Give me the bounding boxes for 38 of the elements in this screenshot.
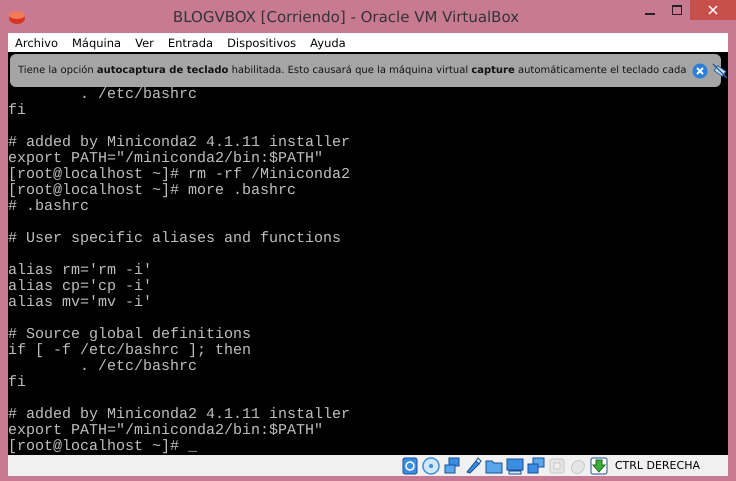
terminal-line: # .bashrc bbox=[8, 199, 90, 215]
terminal-line: # added by Miniconda2 4.1.11 installer bbox=[8, 407, 352, 423]
pen-icon[interactable] bbox=[464, 456, 482, 474]
terminal-line: export PATH="/miniconda2/bin:$PATH" bbox=[8, 423, 324, 439]
menu-item[interactable]: Ver bbox=[128, 36, 161, 50]
terminal-line: # Source global definitions bbox=[8, 327, 252, 343]
terminal-line: fi bbox=[8, 103, 28, 119]
terminal-line: if [ -f /etc/bashrc ]; then bbox=[8, 343, 252, 359]
terminal-line: [root@localhost ~]# more .bashrc bbox=[8, 183, 298, 199]
window-title: BLOGVBOX [Corriendo] - Oracle VM VirtualBox bbox=[172, 8, 520, 26]
arrow-down-icon[interactable] bbox=[590, 456, 608, 474]
terminal-line: alias rm='rm -i' bbox=[8, 263, 154, 279]
menu-item[interactable]: Ayuda bbox=[303, 36, 353, 50]
windows-icon[interactable] bbox=[526, 456, 545, 474]
terminal-line: export PATH="/miniconda2/bin:$PATH" bbox=[8, 151, 324, 167]
terminal-line: . /etc/bashrc bbox=[79, 87, 198, 103]
terminal-line: alias mv='mv -i' bbox=[8, 295, 154, 311]
monitor-icon[interactable] bbox=[506, 456, 524, 474]
close-button[interactable] bbox=[690, 0, 736, 20]
terminal-line: fi bbox=[8, 375, 28, 391]
terminal-line: alias cp='cp -i' bbox=[8, 279, 154, 295]
menu-item[interactable]: Máquina bbox=[65, 36, 128, 50]
terminal-line: [root@localhost ~]# rm -rf /Miniconda2 bbox=[8, 167, 352, 183]
menu-item[interactable]: Archivo bbox=[8, 36, 65, 50]
terminal-line: # added by Miniconda2 4.1.11 installer bbox=[8, 135, 352, 151]
close-icon bbox=[708, 5, 718, 15]
notification-message: Tiene la opción autocaptura de teclado habilitada. Esto causará que la máquina virtual capture automáticamente el teclado cada bbox=[18, 65, 686, 76]
maximize-icon bbox=[672, 5, 682, 15]
terminal-line: . /etc/bashrc bbox=[79, 359, 198, 375]
network-icon[interactable] bbox=[442, 456, 461, 474]
close-icon[interactable] bbox=[692, 62, 708, 78]
minimize-icon bbox=[644, 12, 654, 14]
menu-item[interactable]: Entrada bbox=[160, 36, 220, 50]
host-key-label: CTRL DERECHA bbox=[614, 459, 700, 472]
menu-item[interactable]: Dispositivos bbox=[220, 36, 304, 50]
terminal-line: [root@localhost ~]# _ bbox=[8, 439, 198, 455]
terminal-line: # User specific aliases and functions bbox=[8, 231, 342, 247]
app-icon bbox=[8, 8, 26, 24]
